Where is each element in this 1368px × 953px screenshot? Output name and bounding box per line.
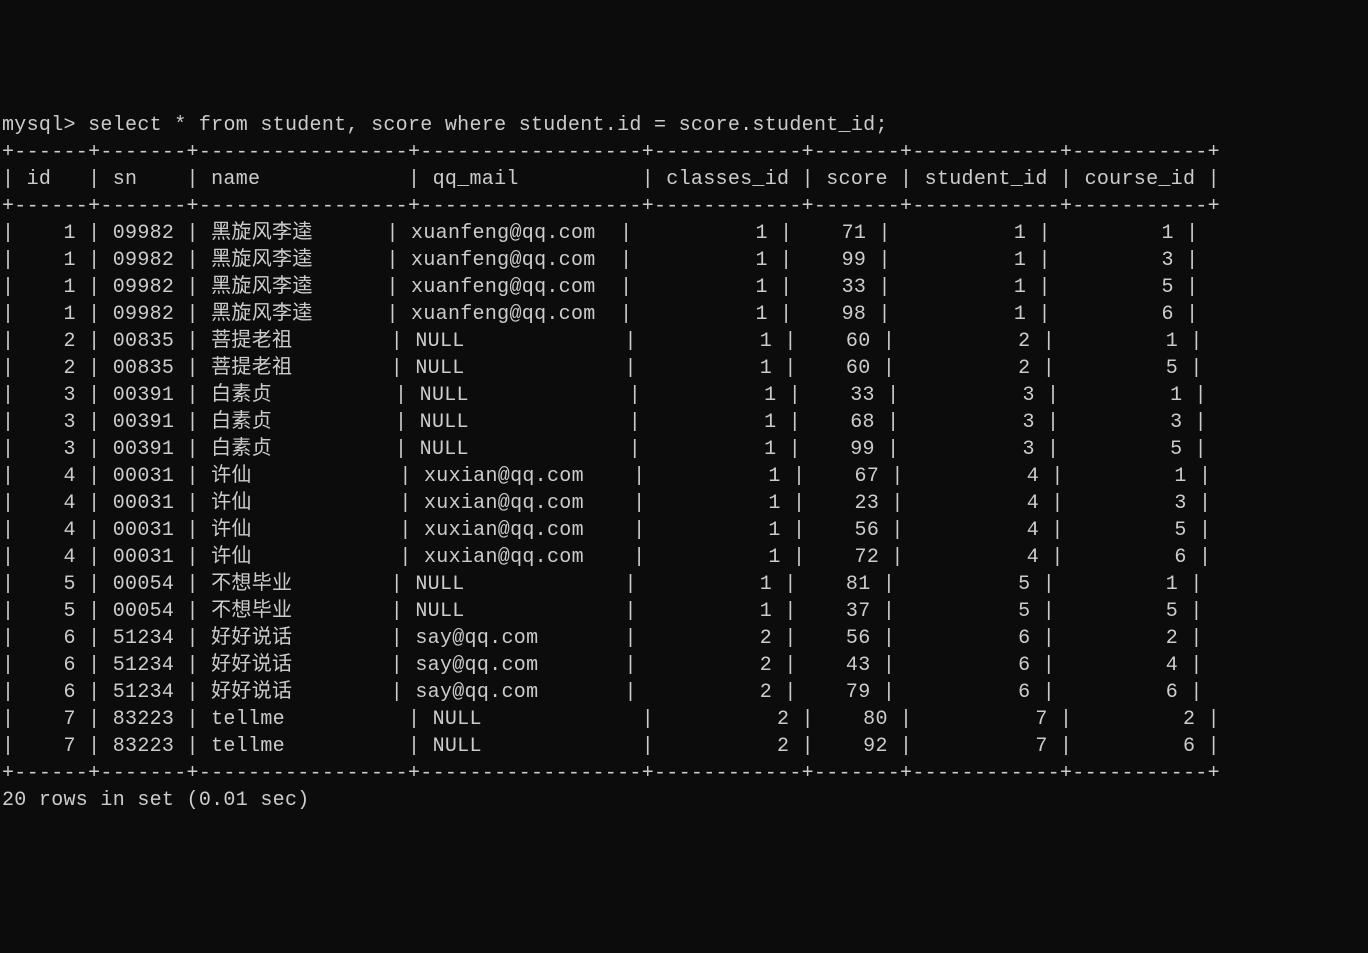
table-row: | 2 | 00835 | 菩提老祖 | NULL | 1 | 60 | 2 |… bbox=[2, 330, 1203, 353]
table-row: | 4 | 00031 | 许仙 | xuxian@qq.com | 1 | 6… bbox=[2, 465, 1211, 488]
table-header: | id | sn | name | qq_mail | classes_id … bbox=[2, 168, 1220, 191]
table-border-top: +------+-------+-----------------+------… bbox=[2, 141, 1220, 164]
table-border-bottom: +------+-------+-----------------+------… bbox=[2, 762, 1220, 785]
prompt-prefix: mysql> bbox=[2, 114, 88, 137]
sql-query: select * from student, score where stude… bbox=[88, 114, 888, 137]
table-row: | 1 | 09982 | 黑旋风李逵 | xuanfeng@qq.com | … bbox=[2, 222, 1198, 245]
table-row: | 1 | 09982 | 黑旋风李逵 | xuanfeng@qq.com | … bbox=[2, 276, 1198, 299]
table-row: | 4 | 00031 | 许仙 | xuxian@qq.com | 1 | 5… bbox=[2, 519, 1211, 542]
table-row: | 6 | 51234 | 好好说话 | say@qq.com | 2 | 79… bbox=[2, 681, 1203, 704]
mysql-prompt: mysql> select * from student, score wher… bbox=[2, 114, 888, 137]
table-row: | 3 | 00391 | 白素贞 | NULL | 1 | 33 | 3 | … bbox=[2, 384, 1207, 407]
mysql-terminal[interactable]: mysql> select * from student, score wher… bbox=[2, 112, 1368, 814]
table-border-mid: +------+-------+-----------------+------… bbox=[2, 195, 1220, 218]
table-row: | 2 | 00835 | 菩提老祖 | NULL | 1 | 60 | 2 |… bbox=[2, 357, 1203, 380]
table-row: | 5 | 00054 | 不想毕业 | NULL | 1 | 81 | 5 |… bbox=[2, 573, 1203, 596]
table-row: | 4 | 00031 | 许仙 | xuxian@qq.com | 1 | 7… bbox=[2, 546, 1211, 569]
table-row: | 7 | 83223 | tellme | NULL | 2 | 92 | 7… bbox=[2, 735, 1220, 758]
table-row: | 4 | 00031 | 许仙 | xuxian@qq.com | 1 | 2… bbox=[2, 492, 1211, 515]
result-summary: 20 rows in set (0.01 sec) bbox=[2, 789, 310, 812]
table-row: | 3 | 00391 | 白素贞 | NULL | 1 | 68 | 3 | … bbox=[2, 411, 1207, 434]
table-row: | 5 | 00054 | 不想毕业 | NULL | 1 | 37 | 5 |… bbox=[2, 600, 1203, 623]
table-row: | 6 | 51234 | 好好说话 | say@qq.com | 2 | 43… bbox=[2, 654, 1203, 677]
table-row: | 1 | 09982 | 黑旋风李逵 | xuanfeng@qq.com | … bbox=[2, 249, 1198, 272]
table-row: | 1 | 09982 | 黑旋风李逵 | xuanfeng@qq.com | … bbox=[2, 303, 1198, 326]
table-row: | 6 | 51234 | 好好说话 | say@qq.com | 2 | 56… bbox=[2, 627, 1203, 650]
table-row: | 3 | 00391 | 白素贞 | NULL | 1 | 99 | 3 | … bbox=[2, 438, 1207, 461]
table-row: | 7 | 83223 | tellme | NULL | 2 | 80 | 7… bbox=[2, 708, 1220, 731]
